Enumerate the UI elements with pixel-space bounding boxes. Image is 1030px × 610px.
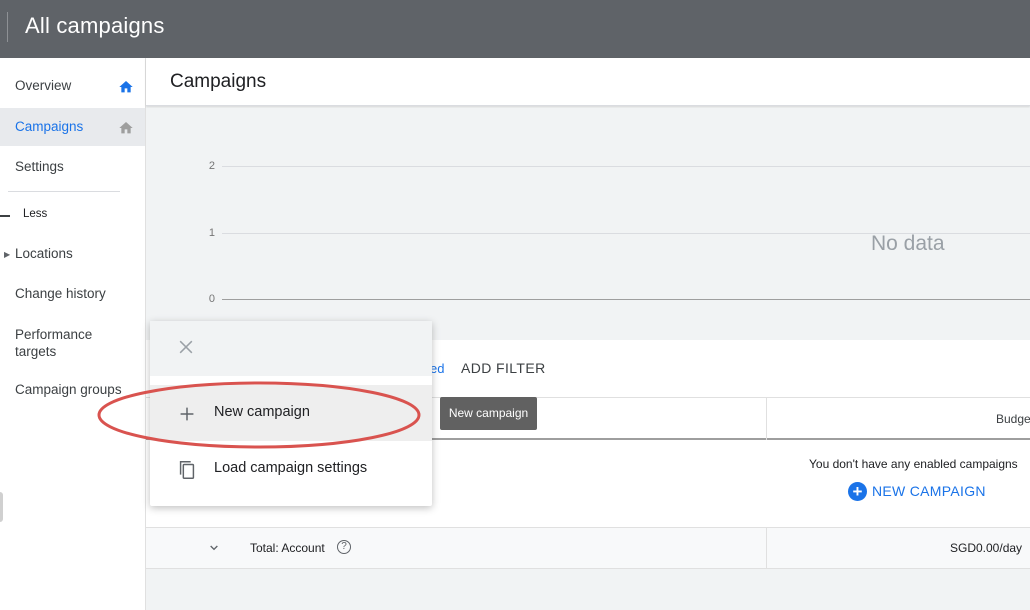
sidebar-item-label: Campaigns (15, 119, 84, 134)
create-menu-popup: New campaign Load campaign settings (150, 321, 432, 506)
close-icon[interactable] (176, 337, 196, 357)
performance-chart: 2 1 0 No data (146, 108, 1030, 340)
filter-chip-text[interactable]: ed (430, 361, 444, 376)
sidebar-item-performance-targets[interactable]: Performance targets (0, 320, 145, 366)
baseline (222, 299, 1030, 300)
sidebar-item-overview[interactable]: Overview (0, 70, 145, 102)
total-budget-value: SGD0.00/day (950, 541, 1023, 555)
plus-icon (180, 407, 194, 421)
new-campaign-link-label: NEW CAMPAIGN (872, 483, 986, 499)
top-bar: All campaigns (0, 0, 1030, 58)
no-data-label: No data (871, 232, 945, 255)
help-icon[interactable]: ? (337, 540, 351, 554)
page-title: Campaigns (170, 71, 267, 92)
column-divider (766, 398, 767, 440)
sidebar-item-label: Settings (15, 159, 64, 174)
column-divider (766, 528, 767, 570)
sidebar-item-settings[interactable]: Settings (0, 152, 145, 182)
sidebar-less-toggle[interactable]: Less (23, 208, 47, 220)
total-row: Total: Account ? SGD0.00/day (146, 527, 1030, 570)
add-circle-icon: + (848, 481, 867, 501)
y-tick-label: 0 (208, 293, 215, 305)
popup-header (150, 321, 432, 376)
menu-item-label: Load campaign settings (214, 460, 368, 476)
load-campaign-settings-menu-item[interactable]: Load campaign settings (150, 441, 432, 497)
home-icon (119, 122, 133, 134)
add-filter-button[interactable]: ADD FILTER (461, 360, 546, 376)
sidebar: Overview Campaigns Settings Less ▶ Locat… (0, 58, 146, 610)
page-header: Campaigns (146, 58, 1030, 106)
page-header-title: All campaigns (25, 13, 165, 38)
sidebar-item-campaigns[interactable]: Campaigns (0, 108, 145, 146)
empty-state-message: You don't have any enabled campaigns (809, 457, 1018, 471)
new-campaign-link[interactable]: + NEW CAMPAIGN (848, 481, 986, 501)
caret-right-icon: ▶ (4, 250, 11, 259)
sidebar-divider (8, 191, 120, 192)
sidebar-item-label: Locations (15, 246, 73, 261)
sidebar-item-change-history[interactable]: Change history (0, 280, 145, 310)
column-header-budget[interactable]: Budge (996, 412, 1030, 426)
home-icon (119, 81, 133, 93)
topbar-divider (7, 12, 8, 42)
table-footer-area (146, 569, 1030, 610)
sidebar-item-label: Performance targets (15, 327, 93, 359)
scroll-handle[interactable] (0, 492, 3, 522)
gridline (222, 166, 1030, 167)
y-tick-label: 2 (208, 160, 215, 172)
collapse-dash-icon[interactable] (0, 215, 10, 217)
sidebar-item-label: Change history (15, 286, 106, 301)
tooltip: New campaign (440, 397, 537, 430)
new-campaign-menu-item[interactable]: New campaign (150, 385, 432, 441)
menu-item-label: New campaign (214, 404, 310, 420)
copy-icon (179, 461, 195, 479)
sidebar-item-label: Campaign groups (15, 382, 122, 397)
chevron-down-icon[interactable] (206, 540, 222, 556)
total-account-label: Total: Account (250, 541, 325, 555)
sidebar-item-campaign-groups[interactable]: Campaign groups (0, 376, 145, 406)
sidebar-item-locations[interactable]: ▶ Locations (0, 240, 145, 270)
y-tick-label: 1 (208, 227, 215, 239)
sidebar-item-label: Overview (15, 78, 72, 93)
